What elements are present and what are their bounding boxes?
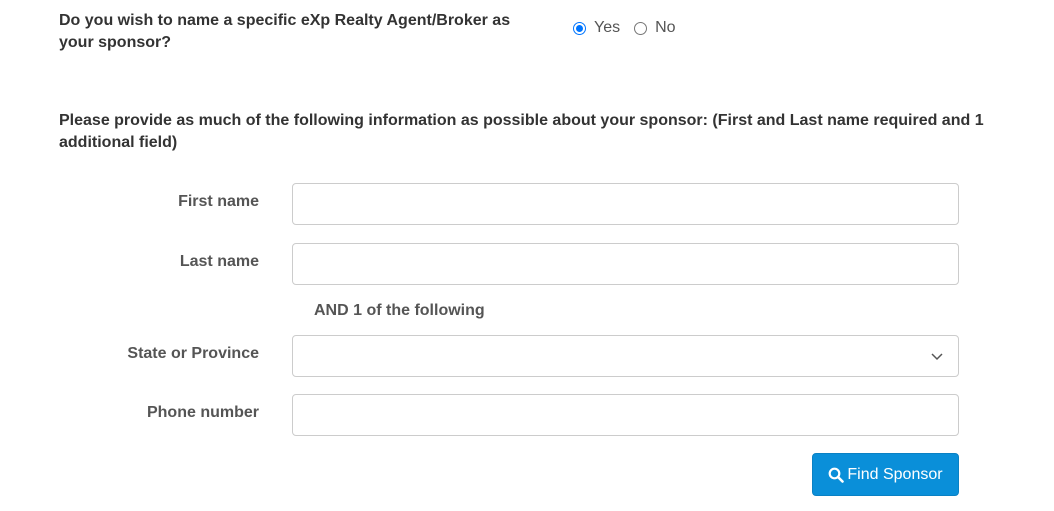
state-select[interactable] [292, 335, 959, 377]
phone-label: Phone number [146, 404, 259, 421]
find-sponsor-button[interactable]: Find Sponsor [812, 453, 959, 496]
radio-yes-label: Yes [594, 19, 621, 36]
chevron-down-icon [931, 353, 943, 361]
state-label: State or Province [127, 345, 259, 362]
and-one-of-following: AND 1 of the following [314, 302, 485, 319]
phone-input[interactable] [292, 394, 959, 436]
search-icon [829, 467, 845, 483]
radio-no-indicator[interactable] [634, 21, 648, 35]
sponsor-radio-group: Yes No [573, 19, 690, 37]
find-sponsor-label: Find Sponsor [847, 465, 943, 483]
sponsor-question: Do you wish to name a specific eXp Realt… [59, 12, 511, 51]
last-name-label: Last name [179, 253, 259, 270]
first-name-label: First name [178, 193, 259, 210]
radio-yes-indicator[interactable] [573, 21, 586, 35]
first-name-input[interactable] [292, 183, 959, 225]
radio-no[interactable]: No [634, 19, 676, 37]
last-name-input[interactable] [292, 243, 959, 285]
sponsor-instructions: Please provide as much of the following … [59, 112, 984, 151]
radio-no-label: No [655, 19, 676, 36]
radio-yes[interactable]: Yes [573, 19, 620, 37]
